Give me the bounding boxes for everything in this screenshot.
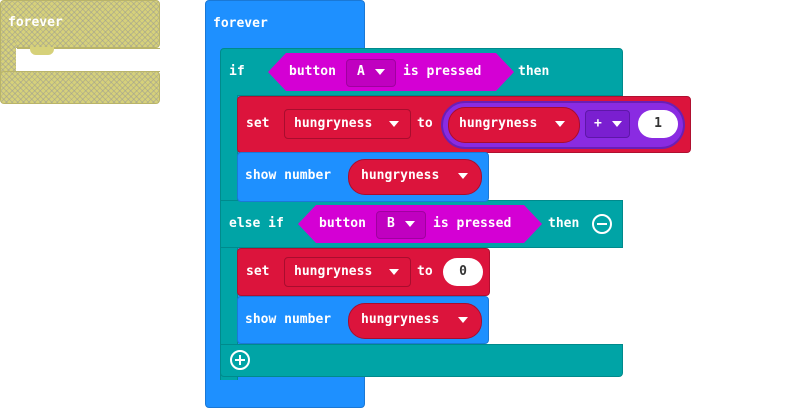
chevron-down-icon <box>458 173 468 179</box>
chevron-down-icon <box>389 269 399 275</box>
chevron-down-icon <box>389 121 399 127</box>
operator-dropdown[interactable] <box>585 110 630 138</box>
math-left-variable: hungryness <box>459 116 538 131</box>
chevron-down-icon <box>612 121 622 127</box>
button-b-dropdown[interactable] <box>376 211 426 239</box>
operator-value: + <box>594 116 602 131</box>
chevron-down-icon <box>555 121 565 127</box>
to-label-2: to <box>417 264 433 279</box>
chevron-down-icon <box>458 317 468 323</box>
if-block-footer <box>220 344 623 377</box>
button-label: button <box>289 64 336 79</box>
set-label: set <box>246 116 270 131</box>
set-label-2: set <box>246 264 270 279</box>
button-a-value: A <box>357 64 365 79</box>
else-if-label: else if <box>229 216 284 231</box>
else-if-then-label: then <box>548 216 580 231</box>
button-b-value: B <box>387 216 395 231</box>
button-a-dropdown[interactable] <box>346 59 396 87</box>
disabled-forever-label: forever <box>8 15 63 30</box>
chevron-down-icon <box>405 221 415 227</box>
is-pressed-label: is pressed <box>403 64 482 79</box>
is-pressed-label-b: is pressed <box>433 216 512 231</box>
forever-label: forever <box>213 16 268 31</box>
disabled-forever-notch <box>30 47 54 55</box>
show-number-variable-2: hungryness <box>361 312 440 327</box>
minus-circle-icon[interactable] <box>592 214 612 234</box>
set-variable-name: hungryness <box>294 116 373 131</box>
number-input-1[interactable]: 1 <box>638 110 678 138</box>
chevron-down-icon <box>375 69 385 75</box>
show-number-variable: hungryness <box>361 168 440 183</box>
disabled-forever-bottom <box>0 71 160 104</box>
show-number-label-2: show number <box>245 312 332 327</box>
if-label: if <box>229 64 245 79</box>
to-label: to <box>417 116 433 131</box>
set-variable-name-2: hungryness <box>294 264 373 279</box>
then-label: then <box>518 64 550 79</box>
show-number-label: show number <box>245 168 332 183</box>
plus-circle-icon[interactable] <box>230 350 250 370</box>
button-label-b: button <box>319 216 366 231</box>
number-input-0[interactable]: 0 <box>443 258 483 286</box>
